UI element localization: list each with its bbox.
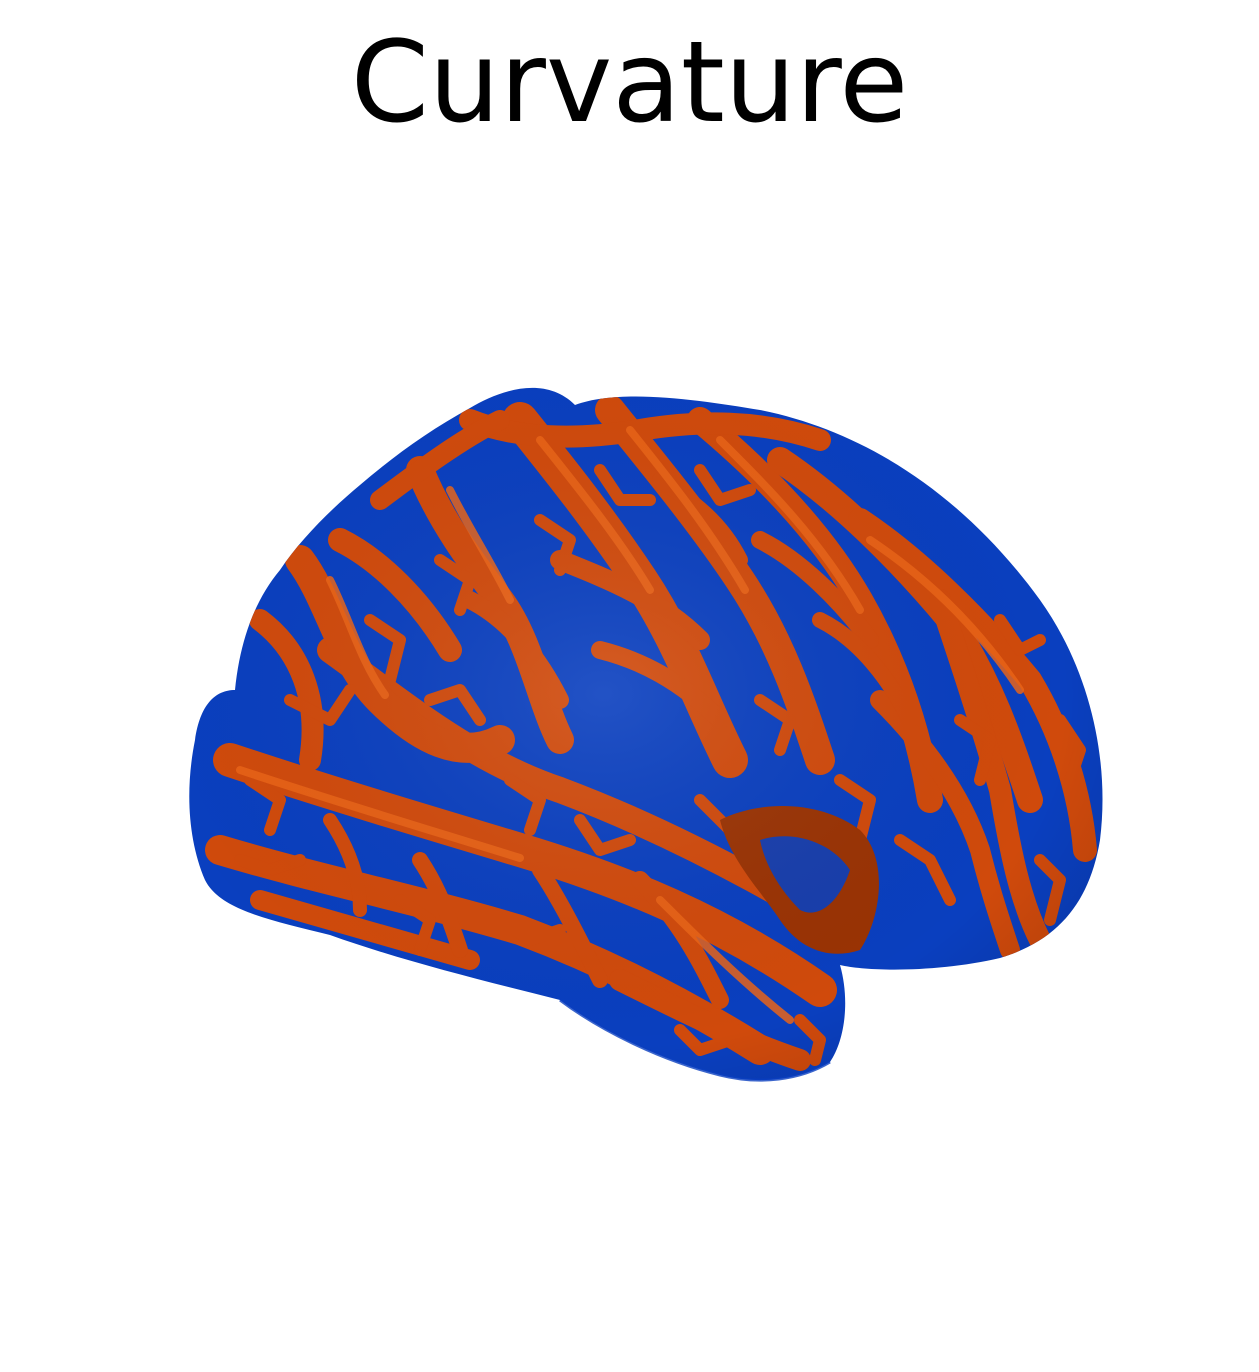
figure: Curvature bbox=[0, 0, 1259, 1372]
gyri-pattern bbox=[189, 387, 1103, 1081]
brain-surface-render bbox=[189, 387, 1103, 1082]
figure-title: Curvature bbox=[350, 18, 909, 148]
brain-hemisphere bbox=[189, 387, 1103, 1082]
